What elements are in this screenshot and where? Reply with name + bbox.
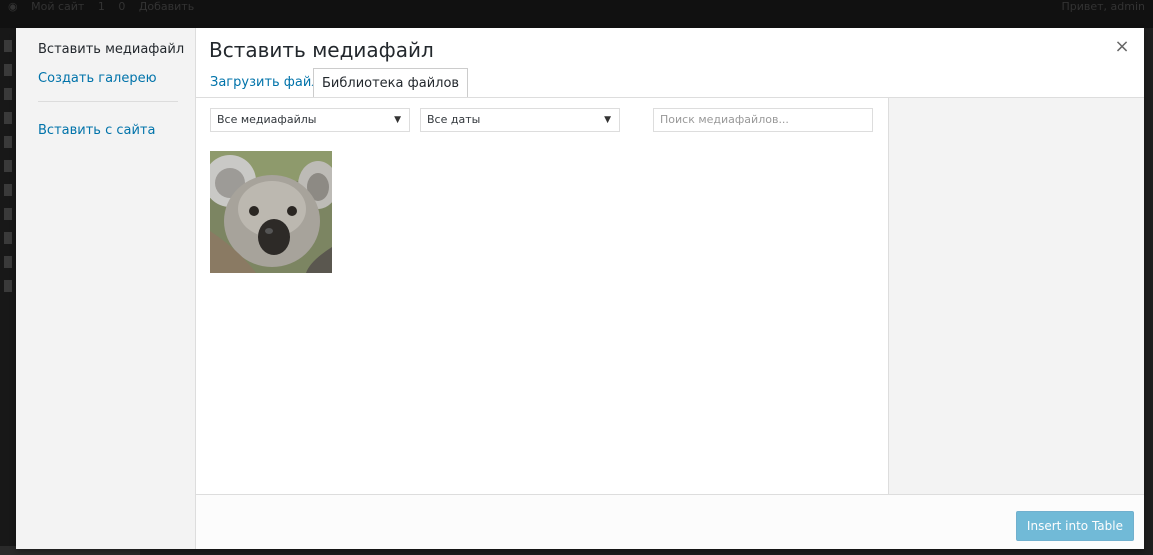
appearance-icon	[4, 184, 12, 196]
date-filter-value: Все даты	[427, 113, 481, 126]
pages-icon	[4, 112, 12, 124]
plugins-icon	[4, 208, 12, 220]
posts-icon	[4, 64, 12, 76]
search-media-input[interactable]: Поиск медиафайлов...	[653, 108, 873, 132]
media-menu: Вставить медиафайл Создать галерею Встав…	[16, 28, 196, 549]
tab-media-library[interactable]: Библиотека файлов	[313, 68, 469, 98]
attachment-details-sidebar	[888, 98, 1144, 494]
close-icon[interactable]: ×	[1112, 36, 1132, 57]
admin-bar-site: Мой сайт	[31, 0, 85, 13]
date-filter[interactable]: Все даты ▼	[420, 108, 620, 132]
admin-bar: ◉ Мой сайт 1 0 Добавить Привет, admin	[0, 0, 1153, 28]
admin-bar-left: ◉ Мой сайт 1 0 Добавить	[8, 0, 204, 13]
menu-item-insert-from-url[interactable]: Вставить с сайта	[38, 123, 155, 138]
attachment-thumbnail[interactable]	[210, 151, 332, 273]
media-icon	[4, 88, 12, 100]
admin-bar-greeting: Привет, admin	[1061, 0, 1145, 13]
tools-icon	[4, 256, 12, 268]
comments-count: 0	[118, 0, 126, 13]
settings-icon	[4, 280, 12, 292]
users-icon	[4, 232, 12, 244]
media-toolbar-footer: Insert into Table	[196, 494, 1144, 549]
admin-bar-add-new: Добавить	[138, 0, 195, 13]
updates-count: 1	[97, 0, 105, 13]
wordpress-logo-icon: ◉	[8, 0, 18, 13]
dashboard-icon	[4, 40, 12, 52]
koala-image-thumbnail	[210, 151, 332, 273]
admin-menu	[0, 28, 16, 555]
tables-icon	[4, 160, 12, 172]
insert-into-table-button[interactable]: Insert into Table	[1015, 511, 1134, 541]
modal-title: Вставить медиафайл	[209, 38, 434, 62]
dropdown-arrow-icon: ▼	[604, 115, 611, 125]
menu-separator	[38, 101, 178, 102]
menu-item-insert-media[interactable]: Вставить медиафайл	[38, 42, 184, 57]
dropdown-arrow-icon: ▼	[394, 115, 401, 125]
media-modal: Вставить медиафайл Создать галерею Встав…	[16, 28, 1144, 549]
media-type-filter-value: Все медиафайлы	[217, 113, 317, 126]
comments-icon	[4, 136, 12, 148]
media-type-filter[interactable]: Все медиафайлы ▼	[210, 108, 410, 132]
menu-item-create-gallery[interactable]: Создать галерею	[38, 71, 157, 86]
